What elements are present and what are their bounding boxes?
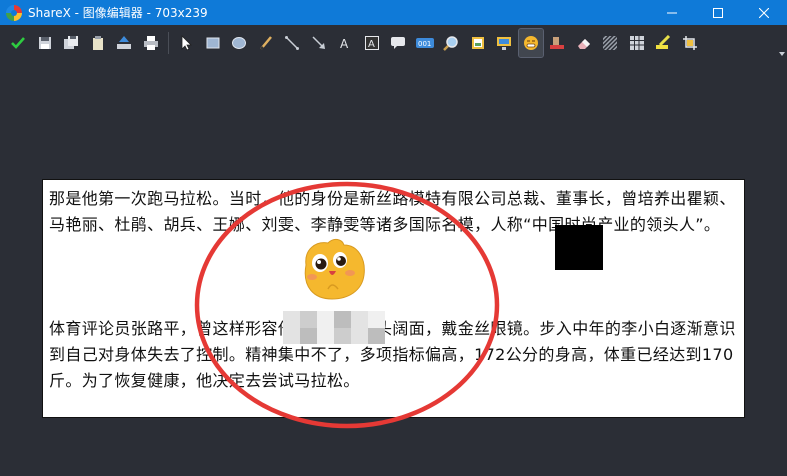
toolbar-separator bbox=[168, 32, 169, 54]
eraser-icon bbox=[577, 39, 590, 49]
line-icon bbox=[285, 36, 299, 50]
arrow-tool[interactable] bbox=[307, 29, 331, 57]
save-as-icon bbox=[64, 36, 78, 49]
print-button[interactable] bbox=[139, 29, 163, 57]
highlight-tool[interactable] bbox=[651, 29, 675, 57]
copy-clipboard-button[interactable] bbox=[86, 29, 110, 57]
svg-text:A: A bbox=[368, 39, 375, 50]
minimize-icon bbox=[667, 12, 677, 13]
pixelate-tool[interactable] bbox=[625, 29, 649, 57]
text-background-tool[interactable]: A bbox=[360, 29, 384, 57]
upload-button[interactable] bbox=[112, 29, 136, 57]
sticker-tool[interactable] bbox=[517, 28, 544, 58]
text-icon: A bbox=[340, 37, 349, 51]
magnify-icon bbox=[443, 36, 458, 51]
svg-text:A: A bbox=[340, 37, 349, 51]
highlight-icon bbox=[656, 35, 671, 49]
sticker-icon bbox=[523, 36, 538, 50]
crop-icon bbox=[682, 36, 697, 50]
speech-balloon-tool[interactable] bbox=[386, 29, 410, 57]
close-icon bbox=[759, 7, 769, 18]
checkmark-icon bbox=[11, 37, 25, 49]
blur-tool[interactable] bbox=[598, 29, 622, 57]
crop-tool[interactable] bbox=[678, 29, 702, 57]
ellipse-tool[interactable] bbox=[227, 29, 251, 57]
pixelate-icon bbox=[629, 36, 644, 50]
smiling-cat-sticker-icon[interactable] bbox=[298, 235, 368, 303]
cursor-icon bbox=[550, 37, 564, 49]
image-screen-icon bbox=[497, 37, 511, 50]
freehand-tool[interactable] bbox=[254, 29, 278, 57]
save-icon bbox=[38, 37, 51, 49]
sharex-logo-icon bbox=[6, 4, 22, 21]
speech-balloon-icon bbox=[391, 37, 405, 49]
confirm-button[interactable] bbox=[6, 29, 30, 57]
rectangle-icon bbox=[206, 37, 219, 49]
editor-toolbar: A A 001 bbox=[0, 25, 787, 61]
ellipse-icon bbox=[232, 37, 246, 49]
image-screen-tool[interactable] bbox=[492, 29, 516, 57]
text-background-icon: A bbox=[364, 36, 379, 50]
toolbar-overflow-icon[interactable] bbox=[779, 50, 785, 56]
blur-icon bbox=[603, 36, 617, 50]
freehand-icon bbox=[259, 36, 272, 50]
minimize-button[interactable] bbox=[649, 0, 695, 25]
close-button[interactable] bbox=[741, 0, 787, 25]
select-tool[interactable] bbox=[174, 29, 198, 57]
step-tool[interactable]: 001 bbox=[413, 29, 437, 57]
rectangle-tool[interactable] bbox=[201, 29, 225, 57]
image-icon bbox=[471, 37, 484, 49]
cursor-tool[interactable] bbox=[545, 29, 569, 57]
print-icon bbox=[143, 36, 158, 50]
maximize-icon bbox=[713, 7, 723, 18]
black-redaction-box[interactable] bbox=[555, 225, 603, 270]
text-tool[interactable]: A bbox=[333, 29, 357, 57]
arrow-icon bbox=[311, 36, 325, 49]
magnify-tool[interactable] bbox=[439, 29, 463, 57]
step-icon: 001 bbox=[415, 38, 434, 48]
save-as-button[interactable] bbox=[59, 29, 83, 57]
image-tool[interactable] bbox=[466, 29, 490, 57]
line-tool[interactable] bbox=[280, 29, 304, 57]
select-icon bbox=[181, 35, 192, 51]
eraser-tool[interactable] bbox=[572, 29, 596, 57]
svg-text:001: 001 bbox=[418, 40, 431, 48]
window-title: ShareX - 图像编辑器 - 703x239 bbox=[28, 6, 208, 20]
title-bar: ShareX - 图像编辑器 - 703x239 bbox=[0, 0, 787, 25]
clipboard-icon bbox=[92, 36, 103, 50]
maximize-button[interactable] bbox=[695, 0, 741, 25]
upload-icon bbox=[117, 36, 131, 49]
red-circle-annotation[interactable] bbox=[194, 180, 500, 430]
save-button[interactable] bbox=[33, 29, 57, 57]
